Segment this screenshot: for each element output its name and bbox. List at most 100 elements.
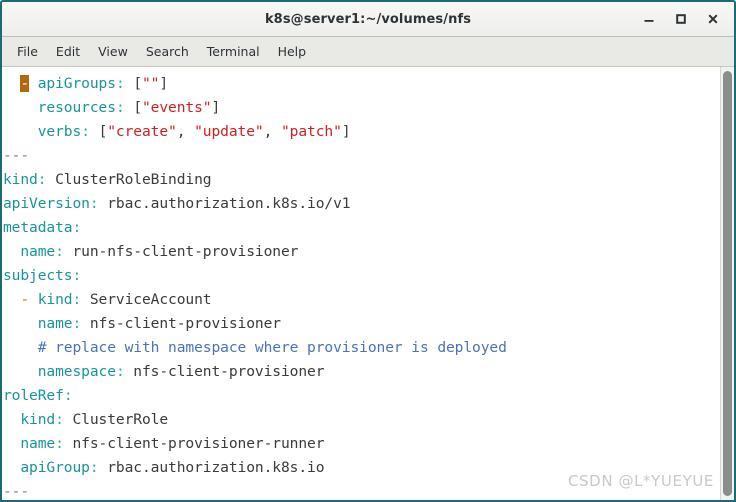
terminal-token: :	[72, 291, 82, 308]
terminal-token: ]	[211, 99, 221, 116]
terminal-line: name: run-nfs-client-provisioner	[3, 240, 720, 264]
maximize-icon	[676, 14, 686, 24]
terminal-token: # replace with namespace where provision…	[37, 339, 507, 356]
terminal-token: name	[20, 435, 56, 452]
terminal-token: resources	[37, 99, 116, 116]
terminal-line: name: nfs-client-provisioner-runner	[3, 432, 720, 456]
terminal-token: ,	[263, 123, 281, 140]
terminal-line: metadata:	[3, 216, 720, 240]
terminal-token: metadata	[3, 219, 73, 236]
terminal-token: ""	[142, 75, 160, 92]
terminal-token: :	[63, 387, 73, 404]
terminal-token: "update"	[194, 123, 264, 140]
terminal-token: apiGroups	[37, 75, 116, 92]
terminal-token: :	[89, 195, 99, 212]
terminal-line: name: nfs-client-provisioner	[3, 312, 720, 336]
terminal-token: "events"	[142, 99, 212, 116]
terminal-token: [	[133, 75, 142, 92]
menu-item-terminal[interactable]: Terminal	[198, 41, 269, 62]
terminal-line: apiGroup: rbac.authorization.k8s.io	[3, 456, 720, 480]
terminal-token: apiVersion	[3, 195, 90, 212]
menu-item-search[interactable]: Search	[137, 41, 198, 62]
window-controls	[634, 2, 728, 36]
terminal-token: nfs-client-provisioner	[81, 315, 281, 332]
menu-item-edit[interactable]: Edit	[47, 41, 89, 62]
terminal-token: :	[55, 411, 64, 428]
terminal-token: ---	[3, 483, 30, 500]
terminal-token: [	[133, 99, 142, 116]
terminal-token: kind	[20, 411, 56, 428]
terminal-line: # replace with namespace where provision…	[3, 336, 720, 360]
terminal-line: ---	[3, 144, 720, 168]
terminal-line: - apiGroups: [""]	[3, 72, 720, 96]
terminal-screen[interactable]: - apiGroups: [""] resources: ["events"] …	[2, 67, 720, 500]
minimize-button[interactable]	[634, 6, 664, 32]
close-button[interactable]	[698, 6, 728, 32]
terminal-token: run-nfs-client-provisioner	[63, 243, 299, 260]
terminal-token: rbac.authorization.k8s.io/v1	[98, 195, 351, 212]
maximize-button[interactable]	[666, 6, 696, 32]
menu-item-file[interactable]: File	[8, 41, 47, 62]
terminal-token: subjects	[3, 267, 73, 284]
scrollbar-thumb[interactable]	[723, 71, 732, 496]
terminal-area: - apiGroups: [""] resources: ["events"] …	[2, 67, 734, 500]
terminal-line: namespace: nfs-client-provisioner	[3, 360, 720, 384]
terminal-token: :	[115, 363, 125, 380]
terminal-token: :	[72, 315, 82, 332]
terminal-line: - kind: ServiceAccount	[3, 288, 720, 312]
close-icon	[708, 14, 718, 24]
terminal-line: subjects:	[3, 264, 720, 288]
terminal-token: verbs	[37, 123, 82, 140]
terminal-token: :	[55, 435, 64, 452]
title-bar[interactable]: k8s@server1:~/volumes/nfs	[2, 2, 734, 37]
terminal-line: verbs: ["create", "update", "patch"]	[3, 120, 720, 144]
terminal-line: resources: ["events"]	[3, 96, 720, 120]
terminal-token: "create"	[107, 123, 177, 140]
terminal-token: rbac.authorization.k8s.io	[98, 459, 325, 476]
terminal-line: apiVersion: rbac.authorization.k8s.io/v1	[3, 192, 720, 216]
terminal-token: :	[72, 219, 82, 236]
terminal-token: -	[20, 291, 30, 308]
terminal-token: ClusterRoleBinding	[46, 171, 212, 188]
menu-bar: File Edit View Search Terminal Help	[2, 37, 734, 67]
terminal-token: ServiceAccount	[81, 291, 212, 308]
terminal-token: roleRef	[3, 387, 64, 404]
terminal-token: "patch"	[281, 123, 342, 140]
terminal-token: kind	[3, 171, 38, 188]
terminal-token: apiGroup	[20, 459, 90, 476]
menu-item-help[interactable]: Help	[269, 41, 316, 62]
text-cursor: -	[20, 75, 30, 92]
terminal-token: ,	[176, 123, 195, 140]
terminal-scrollbar[interactable]	[720, 67, 734, 500]
menu-item-view[interactable]: View	[89, 41, 137, 62]
terminal-token: ]	[341, 123, 351, 140]
terminal-line: ---	[3, 480, 720, 500]
terminal-token: :	[72, 267, 82, 284]
terminal-token: [	[98, 123, 108, 140]
terminal-line: roleRef:	[3, 384, 720, 408]
terminal-window: k8s@server1:~/volumes/nfs File Edit View…	[0, 0, 736, 502]
terminal-token: :	[55, 243, 64, 260]
terminal-token: name	[37, 315, 73, 332]
terminal-token: namespace	[37, 363, 116, 380]
terminal-line: kind: ClusterRole	[3, 408, 720, 432]
terminal-token: ClusterRole	[63, 411, 169, 428]
terminal-token: kind	[37, 291, 73, 308]
terminal-token: :	[115, 75, 125, 92]
terminal-token: :	[89, 459, 99, 476]
window-title: k8s@server1:~/volumes/nfs	[264, 11, 472, 27]
